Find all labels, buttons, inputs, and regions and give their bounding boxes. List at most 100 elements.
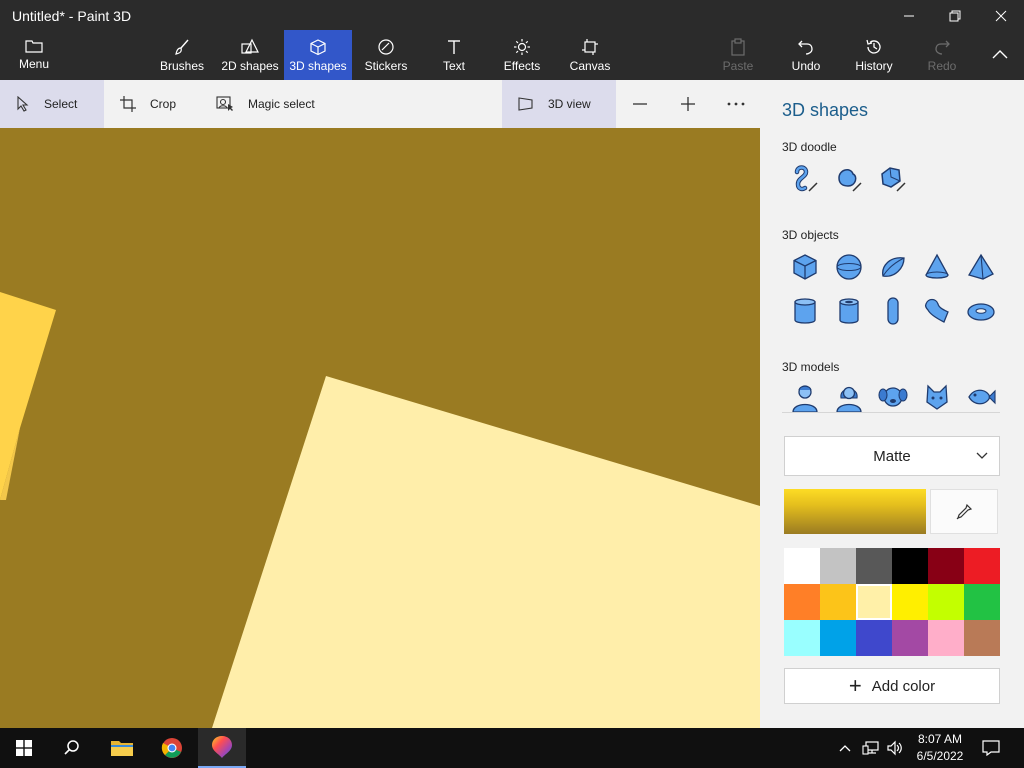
fish-model-button[interactable] [966,382,996,412]
color-swatch[interactable] [820,620,856,656]
3d-shapes-tab[interactable]: 3D shapes [284,30,352,80]
speaker-icon [887,740,902,756]
effects-tab[interactable]: Effects [500,30,544,80]
color-swatch[interactable] [784,584,820,620]
canvas-label: Canvas [569,59,611,73]
show-hidden-icons-button[interactable] [838,728,852,768]
more-options-button[interactable] [724,80,748,128]
current-color-swatch[interactable] [784,489,926,534]
soft-edge-doodle-button[interactable] [834,164,864,194]
restore-button[interactable] [932,0,978,32]
sphere-button[interactable] [834,252,864,282]
color-swatch[interactable] [820,548,856,584]
bent-tube-button[interactable] [922,296,952,326]
man-model-button[interactable] [790,382,820,413]
crop-tool[interactable]: Crop [120,80,200,128]
canvas-tab[interactable]: Canvas [566,30,614,80]
stickers-tab[interactable]: Stickers [362,30,410,80]
redo-label: Redo [927,59,957,73]
pyramid-icon [968,253,994,280]
color-swatch[interactable] [964,620,1000,656]
hemisphere-button[interactable] [878,252,908,282]
text-icon [448,40,460,54]
start-button[interactable] [0,728,48,768]
zoom-in-button[interactable] [676,80,700,128]
brushes-tab[interactable]: Brushes [156,30,208,80]
cube-button[interactable] [790,252,820,282]
magic-select-icon [216,96,233,111]
network-button[interactable] [862,728,880,768]
3d-view-label: 3D view [548,97,591,111]
magic-select-tool[interactable]: Magic select [216,80,336,128]
close-icon [995,10,1007,22]
color-palette [784,548,1000,656]
sharp-edge-doodle-button[interactable] [790,164,820,194]
donut-button[interactable] [966,296,996,326]
color-swatch[interactable] [964,584,1000,620]
add-color-button[interactable]: + Add color [784,668,1000,704]
cat-model-button[interactable] [922,382,952,412]
paste-button[interactable]: Paste [718,30,758,80]
panel-title: 3D shapes [782,100,869,120]
3d-view-icon [518,97,533,111]
volume-button[interactable] [886,728,904,768]
color-swatch[interactable] [928,620,964,656]
history-button[interactable]: History [850,30,898,80]
menu-button[interactable]: Menu [12,30,56,80]
color-swatch[interactable] [928,584,964,620]
tube-button[interactable] [834,296,864,326]
cone-button[interactable] [922,252,952,282]
undo-label: Undo [791,59,821,73]
material-dropdown[interactable]: Matte [784,436,1000,476]
cylinder-button[interactable] [790,296,820,326]
color-swatch[interactable] [784,620,820,656]
zoom-out-button[interactable] [628,80,652,128]
undo-button[interactable]: Undo [786,30,826,80]
action-center-button[interactable] [982,728,1000,768]
minimize-button[interactable] [886,0,932,32]
color-swatch[interactable] [892,584,928,620]
brush-icon [175,39,189,55]
color-swatch[interactable] [820,584,856,620]
material-value: Matte [873,447,911,465]
redo-button[interactable]: Redo [922,30,962,80]
color-swatch[interactable] [964,548,1000,584]
capsule-button[interactable] [878,296,908,326]
dog-icon [878,387,908,407]
tube-doodle-button[interactable] [878,164,908,194]
sun-icon [514,39,530,55]
3d-view-toggle[interactable]: 3D view [502,80,616,128]
menu-label: Menu [18,57,50,71]
close-button[interactable] [978,0,1024,32]
color-swatch[interactable] [784,548,820,584]
windows-logo-icon [16,740,32,756]
color-swatch[interactable] [892,620,928,656]
stickers-label: Stickers [364,59,408,73]
hemisphere-icon [882,257,905,277]
plus-icon [681,97,695,111]
clock-date: 6/5/2022 [916,749,964,763]
woman-model-button[interactable] [834,382,864,413]
clock[interactable]: 8:07 AM 6/5/2022 [912,731,968,765]
eyedropper-button[interactable] [930,489,998,534]
dog-model-button[interactable] [878,382,908,412]
3d-shapes-panel: 3D shapes 3D doodle 3D objects 3D models [760,80,1024,728]
chrome-button[interactable] [148,728,196,768]
pyramid-button[interactable] [966,252,996,282]
select-tool[interactable]: Select [0,80,104,128]
search-button[interactable] [48,728,96,768]
file-explorer-button[interactable] [98,728,146,768]
color-swatch[interactable] [856,620,892,656]
color-swatch[interactable] [928,548,964,584]
paint3d-taskbar-button[interactable] [198,728,246,768]
color-swatch[interactable] [892,548,928,584]
drawing-canvas[interactable] [0,128,760,728]
doodle-soft-icon [838,169,862,192]
network-icon [862,741,879,755]
text-tab[interactable]: Text [434,30,474,80]
color-swatch[interactable] [856,584,892,620]
tool-subbar: Select Crop Magic select 3D view [0,80,760,128]
2d-shapes-tab[interactable]: 2D shapes [218,30,282,80]
color-swatch[interactable] [856,548,892,584]
text-label: Text [442,59,465,73]
